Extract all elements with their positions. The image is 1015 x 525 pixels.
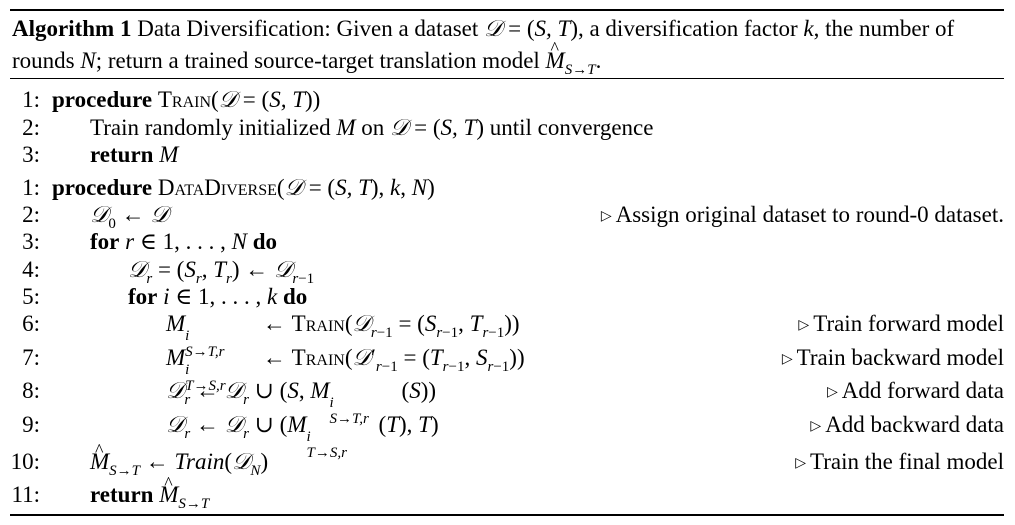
line-number: 2: (22, 115, 40, 140)
dd-line-5: 5: for i ∈ 1, . . . , k do (0, 283, 1004, 311)
code-text: procedure Train(𝒟 = (S, T)) (52, 87, 321, 113)
dd-line-1: 1: procedure DataDiverse(𝒟 = (S, T), k, … (0, 174, 1004, 202)
code-text: 𝒟0 ← 𝒟 (90, 202, 169, 232)
code-text: return MS→T (90, 469, 209, 512)
triangle-icon: ▷ (798, 317, 810, 333)
line-number: 7: (22, 345, 40, 370)
line-number: 4: (22, 257, 40, 282)
bottom-rule (10, 514, 1004, 516)
top-rule (10, 9, 1004, 11)
dd-line-6: 6: Mi S→T,r ← Train(𝒟r−1 = (Sr−1, Tr−1)) … (0, 310, 1004, 360)
dd-line-2: 2: 𝒟0 ← 𝒟 ▷ Assign original dataset to ro… (0, 201, 1004, 232)
code-text: procedure DataDiverse(𝒟 = (S, T), k, N) (52, 175, 435, 201)
triangle-icon: ▷ (795, 455, 807, 471)
code-text: 𝒟r = (Sr, Tr) ← 𝒟r−1 (128, 257, 315, 287)
caption-text: Data Diversification: Given a dataset 𝒟 … (12, 16, 954, 78)
dd-line-9: 9: 𝒟r ← 𝒟r ∪ (M i T→S,r (T), T) ▷ Add backwa… (0, 411, 1004, 461)
comment: ▷ Assign original dataset to round-0 data… (601, 201, 1004, 230)
triangle-icon: ▷ (781, 351, 793, 367)
line-number: 1: (22, 87, 40, 112)
code-text: for i ∈ 1, . . . , k do (128, 284, 308, 309)
train-line-2: 2: Train randomly initialized M on 𝒟 = (… (0, 114, 1004, 142)
code-text: 𝒟r ← 𝒟r ∪ (M i T→S,r (T), T) (166, 412, 439, 461)
line-number: 1: (22, 175, 40, 200)
comment: ▷ Train backward model (782, 344, 1004, 373)
train-line-3: 3: return M (0, 141, 1004, 169)
dd-line-7: 7: Mi T→S,r ← Train(𝒟′r−1 = (Tr−1, Sr−1))… (0, 344, 1004, 394)
code-text: Mi T→S,r ← Train(𝒟′r−1 = (Tr−1, Sr−1)) (166, 345, 525, 394)
line-number: 3: (22, 229, 40, 254)
comment: ▷ Train forward model (798, 310, 1004, 339)
code-text: Mi S→T,r ← Train(𝒟r−1 = (Sr−1, Tr−1)) (166, 311, 520, 360)
comment: ▷ Add forward data (827, 377, 1004, 406)
line-number: 8: (22, 378, 40, 403)
line-number: 3: (22, 142, 40, 167)
line-number: 6: (22, 311, 40, 336)
line-number: 10: (10, 449, 40, 474)
algorithm-caption: Algorithm 1 Data Diversification: Given … (12, 13, 1004, 78)
dd-line-3: 3: for r ∈ 1, . . . , N do (0, 228, 1004, 256)
triangle-icon: ▷ (827, 384, 838, 400)
comment: ▷ Train the final model (795, 448, 1004, 477)
code-text: 𝒟r ← 𝒟r ∪ (S, Mi S→T,r (S)) (166, 378, 437, 427)
caption-rule (10, 78, 1004, 79)
algorithm-label: Algorithm 1 (12, 16, 132, 41)
line-number: 11: (11, 482, 40, 507)
code-text: for r ∈ 1, . . . , N do (90, 229, 277, 254)
line-number: 9: (22, 412, 40, 437)
train-line-1: 1: procedure Train(𝒟 = (S, T)) (0, 86, 1004, 114)
code-text: return M (90, 142, 179, 167)
line-number: 2: (22, 202, 40, 227)
line-number: 5: (22, 284, 40, 309)
triangle-icon: ▷ (600, 208, 612, 224)
dd-line-8: 8: 𝒟r ← 𝒟r ∪ (S, Mi S→T,r (S)) ▷ Add forwar… (0, 377, 1004, 427)
triangle-icon: ▷ (810, 418, 822, 434)
dd-line-10: 10: MS→T ← Train(𝒟N) ▷Train the final mo… (0, 436, 1004, 479)
code-text: Train randomly initialized M on 𝒟 = (S, … (90, 115, 654, 141)
comment: ▷ Add backward data (810, 411, 1004, 440)
code-text: MS→T ← Train(𝒟N) (90, 436, 268, 479)
dd-line-4: 4: 𝒟r = (Sr, Tr) ← 𝒟r−1 (0, 256, 1004, 287)
dd-line-11: 11: return MS→T (0, 469, 1004, 512)
